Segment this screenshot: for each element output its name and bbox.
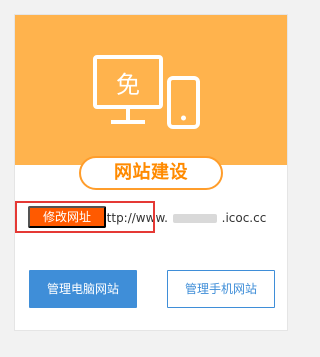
website-hero: 免: [15, 15, 287, 165]
modify-address-button[interactable]: 修改网址: [28, 206, 106, 228]
title-pill: 网站建设: [79, 156, 223, 190]
manage-desktop-site-button[interactable]: 管理电脑网站: [29, 270, 137, 308]
hero-badge-char: 免: [116, 71, 140, 99]
address-suffix: .icoc.cc: [221, 211, 267, 225]
hero-illustration: 免: [87, 47, 207, 147]
hero-title: 网站建设: [114, 162, 188, 183]
desktop-mobile-icon: 免: [93, 55, 200, 129]
manage-mobile-site-button[interactable]: 管理手机网站: [167, 270, 275, 308]
manage-buttons: 管理电脑网站 管理手机网站: [29, 270, 275, 308]
address-blur-mask: [172, 214, 217, 223]
website-card: 免 网站建设 网 址 ： http://www. .icoc.cc 修改网址 管…: [14, 14, 288, 331]
